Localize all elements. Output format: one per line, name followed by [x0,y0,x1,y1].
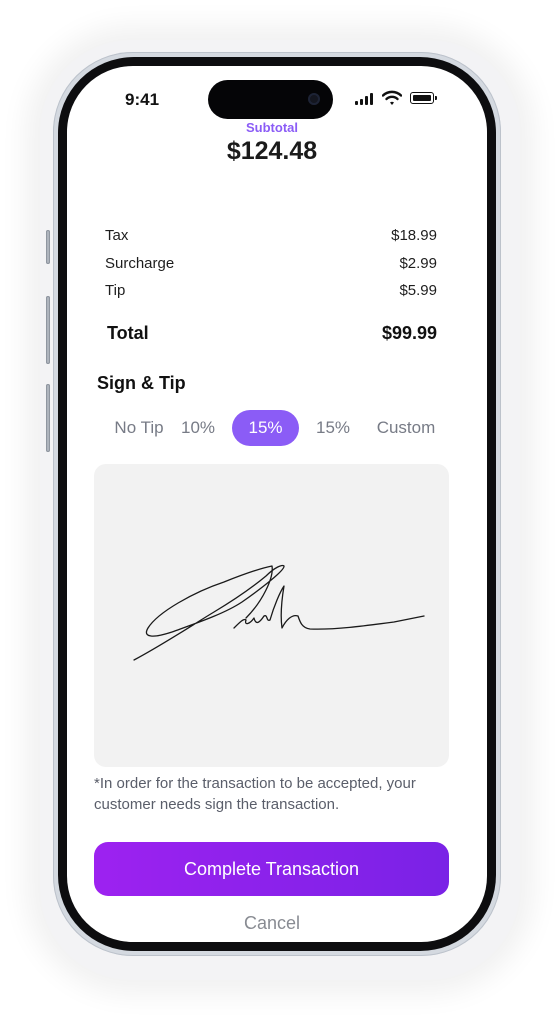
signature-pad[interactable] [94,464,449,767]
line-item-label: Surcharge [105,255,175,272]
tip-options: No Tip 10% 15% 15% Custom [97,410,447,446]
line-item-amount: $18.99 [391,227,437,244]
line-item-tax: Tax $18.99 [105,227,437,244]
line-item-label: Tax [105,227,129,244]
tip-option-15-selected[interactable]: 15% [232,410,299,446]
cellular-signal-icon [355,93,373,105]
signature-drawing [133,564,425,661]
battery-icon [410,92,437,104]
volume-down-button[interactable] [46,384,50,452]
total-label: Total [107,323,149,343]
total-amount: $99.99 [381,323,437,343]
cancel-link[interactable]: Cancel [67,913,477,934]
line-item-tip: Tip $5.99 [105,282,437,299]
camera-icon [308,93,320,105]
dynamic-island [208,80,333,119]
tip-option-10[interactable]: 10% [175,410,221,446]
volume-up-button[interactable] [46,296,50,364]
tip-option-custom[interactable]: Custom [367,410,445,446]
subtotal-amount: $124.48 [226,137,318,165]
line-item-amount: $2.99 [399,255,437,272]
signature-note: *In order for the transaction to be acce… [94,775,416,813]
subtotal-label: Subtotal [246,120,298,135]
status-time: 9:41 [125,90,160,109]
wifi-icon [382,90,402,105]
sign-tip-title: Sign & Tip [97,373,186,393]
tip-option-15[interactable]: 15% [309,410,357,446]
line-item-label: Tip [105,282,126,299]
tip-option-no-tip[interactable]: No Tip [103,410,175,446]
line-item-amount: $5.99 [399,282,437,299]
phone-screen: 9:41 Subtotal $124.48 Tax $18.99 Surchar… [67,66,487,942]
action-button[interactable] [46,230,50,264]
line-item-surcharge: Surcharge $2.99 [105,255,437,272]
total-row: Total $99.99 [107,323,437,344]
complete-transaction-button[interactable]: Complete Transaction [94,842,449,896]
